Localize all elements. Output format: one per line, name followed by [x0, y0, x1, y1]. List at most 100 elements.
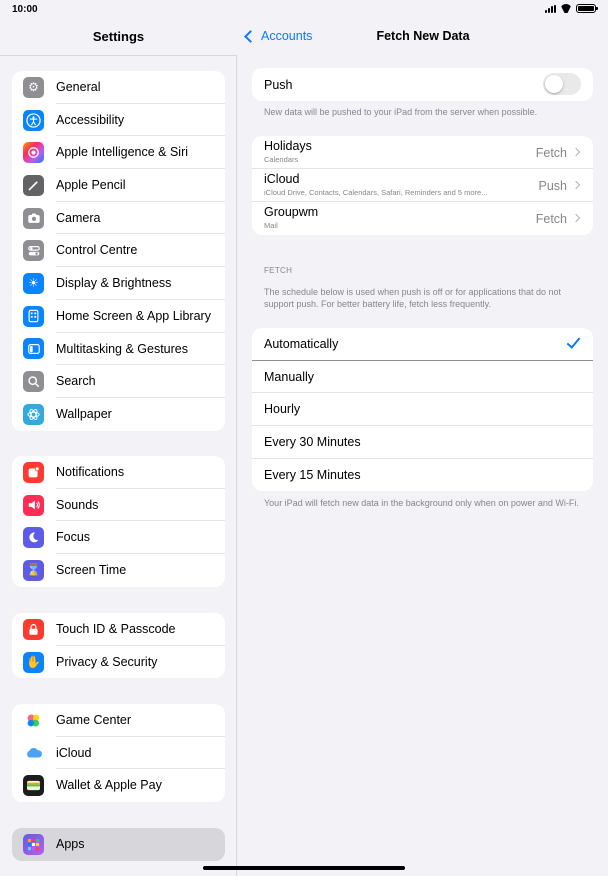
sidebar-item-accessibility[interactable]: Accessibility [12, 104, 225, 137]
sidebar-item-label: Display & Brightness [56, 267, 225, 300]
sidebar-item-icloud[interactable]: iCloud [12, 737, 225, 770]
sidebar-item-wallpaper[interactable]: Wallpaper [12, 398, 225, 431]
multitasking-icon [23, 338, 44, 360]
fetch-section-header: FETCH [264, 266, 293, 275]
accounts-card: Holidays Calendars Fetch iCloud iCloud D… [252, 136, 593, 235]
battery-icon [576, 4, 598, 13]
fetch-options-card: Automatically Manually Hourly Every 30 M… [252, 328, 593, 492]
account-row-holidays[interactable]: Holidays Calendars Fetch [252, 136, 593, 169]
option-hourly[interactable]: Hourly [252, 393, 593, 427]
option-every-15-minutes[interactable]: Every 15 Minutes [252, 459, 593, 492]
account-value: Fetch [535, 146, 567, 160]
fetch-footnote: The schedule below is used when push is … [264, 287, 562, 309]
sidebar-item-label: Wallpaper [56, 406, 112, 421]
option-label: Hourly [264, 402, 301, 417]
account-sub: Mail [264, 221, 278, 230]
sidebar-item-label: Apps [56, 837, 85, 851]
account-name: iCloud [264, 172, 300, 186]
detail-pane: Accounts Fetch New Data Push New data wi… [238, 0, 608, 876]
sidebar-item-label: Notifications [56, 456, 225, 489]
sidebar-item-general[interactable]: ⚙ General [12, 71, 225, 104]
sidebar-item-label: Screen Time [56, 563, 127, 578]
account-sub: Calendars [264, 155, 299, 164]
sidebar-group-3: Touch ID & Passcode ✋ Privacy & Security [12, 613, 225, 679]
account-sub: iCloud Drive, Contacts, Calendars, Safar… [264, 188, 488, 197]
sidebar-item-label: iCloud [56, 737, 225, 770]
sidebar: Settings ⚙ General Accessibility Apple I… [0, 0, 237, 876]
sidebar-group-2: Notifications Sounds Focus ⌛ Screen Time [12, 456, 225, 587]
sidebar-item-focus[interactable]: Focus [12, 521, 225, 555]
home-indicator[interactable] [203, 866, 405, 870]
lock-icon [23, 618, 44, 640]
sidebar-item-apple-pencil[interactable]: Apple Pencil [12, 169, 225, 202]
option-label: Every 15 Minutes [264, 467, 361, 482]
option-manually[interactable]: Manually [252, 361, 593, 394]
account-value: Push [538, 179, 568, 193]
option-automatically[interactable]: Automatically [252, 328, 593, 361]
push-toggle[interactable] [543, 73, 581, 95]
push-footnote: New data will be pushed to your iPad fro… [264, 107, 538, 117]
sidebar-item-label: Search [56, 365, 225, 398]
sidebar-item-search[interactable]: Search [12, 365, 225, 398]
account-value: Fetch [535, 212, 567, 226]
account-row-groupwm[interactable]: Groupwm Mail Fetch [252, 202, 593, 235]
sidebar-item-label: Wallet & Apple Pay [56, 778, 162, 793]
sidebar-item-notifications[interactable]: Notifications [12, 456, 225, 489]
siri-icon [23, 142, 44, 164]
sidebar-group-1: ⚙ General Accessibility Apple Intelligen… [12, 71, 225, 431]
bottom-footnote: Your iPad will fetch new data in the bac… [264, 498, 579, 508]
pencil-icon [23, 174, 44, 196]
accessibility-icon [23, 109, 44, 131]
hourglass-icon: ⌛ [23, 559, 44, 581]
sidebar-item-game-center[interactable]: Game Center [12, 704, 225, 737]
sidebar-item-display-brightness[interactable]: ☀ Display & Brightness [12, 267, 225, 300]
apps-icon [23, 833, 44, 855]
search-icon [23, 371, 44, 393]
sidebar-item-touch-id[interactable]: Touch ID & Passcode [12, 613, 225, 646]
sidebar-item-label: Privacy & Security [56, 654, 158, 669]
sidebar-item-apps[interactable]: Apps [12, 828, 225, 861]
toggle-knob [545, 75, 563, 93]
sidebar-group-4: Game Center iCloud Wallet & Apple Pay [12, 704, 225, 803]
control-centre-icon [23, 240, 44, 262]
status-bar: 10:00 [0, 0, 608, 18]
cloud-icon [23, 742, 44, 764]
page-title: Fetch New Data [376, 29, 470, 43]
sidebar-item-label: Focus [56, 521, 225, 555]
option-label: Manually [264, 369, 315, 384]
sidebar-item-multitasking[interactable]: Multitasking & Gestures [12, 333, 225, 366]
account-name: Groupwm [264, 205, 319, 219]
sidebar-item-home-screen[interactable]: Home Screen & App Library [12, 300, 225, 333]
sidebar-item-label: Home Screen & App Library [56, 300, 225, 333]
sidebar-item-camera[interactable]: Camera [12, 202, 225, 235]
sidebar-item-label: Camera [56, 202, 225, 235]
sidebar-item-privacy[interactable]: ✋ Privacy & Security [12, 646, 225, 679]
brightness-icon: ☀ [23, 272, 44, 294]
status-time: 10:00 [12, 4, 38, 15]
sidebar-item-label: Control Centre [56, 234, 225, 268]
notifications-icon [23, 461, 44, 483]
chevron-right-icon [571, 147, 581, 157]
push-card: Push [252, 68, 593, 101]
sidebar-item-sounds[interactable]: Sounds [12, 489, 225, 522]
sidebar-item-control-centre[interactable]: Control Centre [12, 234, 225, 268]
sidebar-group-5: Apps [12, 828, 225, 861]
moon-icon [23, 527, 44, 549]
option-every-30-minutes[interactable]: Every 30 Minutes [252, 426, 593, 459]
gear-icon: ⚙ [23, 76, 44, 98]
status-icons [545, 4, 598, 13]
checkmark-icon [566, 334, 581, 349]
sidebar-item-label: Sounds [56, 489, 225, 522]
wifi-icon [560, 4, 572, 13]
option-label: Every 30 Minutes [264, 435, 361, 450]
sidebar-item-wallet[interactable]: Wallet & Apple Pay [12, 769, 225, 802]
sidebar-item-label: Multitasking & Gestures [56, 333, 225, 366]
sidebar-item-label: Game Center [56, 704, 225, 737]
home-screen-icon [23, 305, 44, 327]
push-row: Push [252, 68, 593, 101]
sidebar-item-apple-intelligence-siri[interactable]: Apple Intelligence & Siri [12, 136, 225, 170]
option-label: Automatically [264, 337, 339, 351]
account-row-icloud[interactable]: iCloud iCloud Drive, Contacts, Calendars… [252, 169, 593, 202]
sidebar-item-screen-time[interactable]: ⌛ Screen Time [12, 554, 225, 587]
camera-icon [23, 207, 44, 229]
